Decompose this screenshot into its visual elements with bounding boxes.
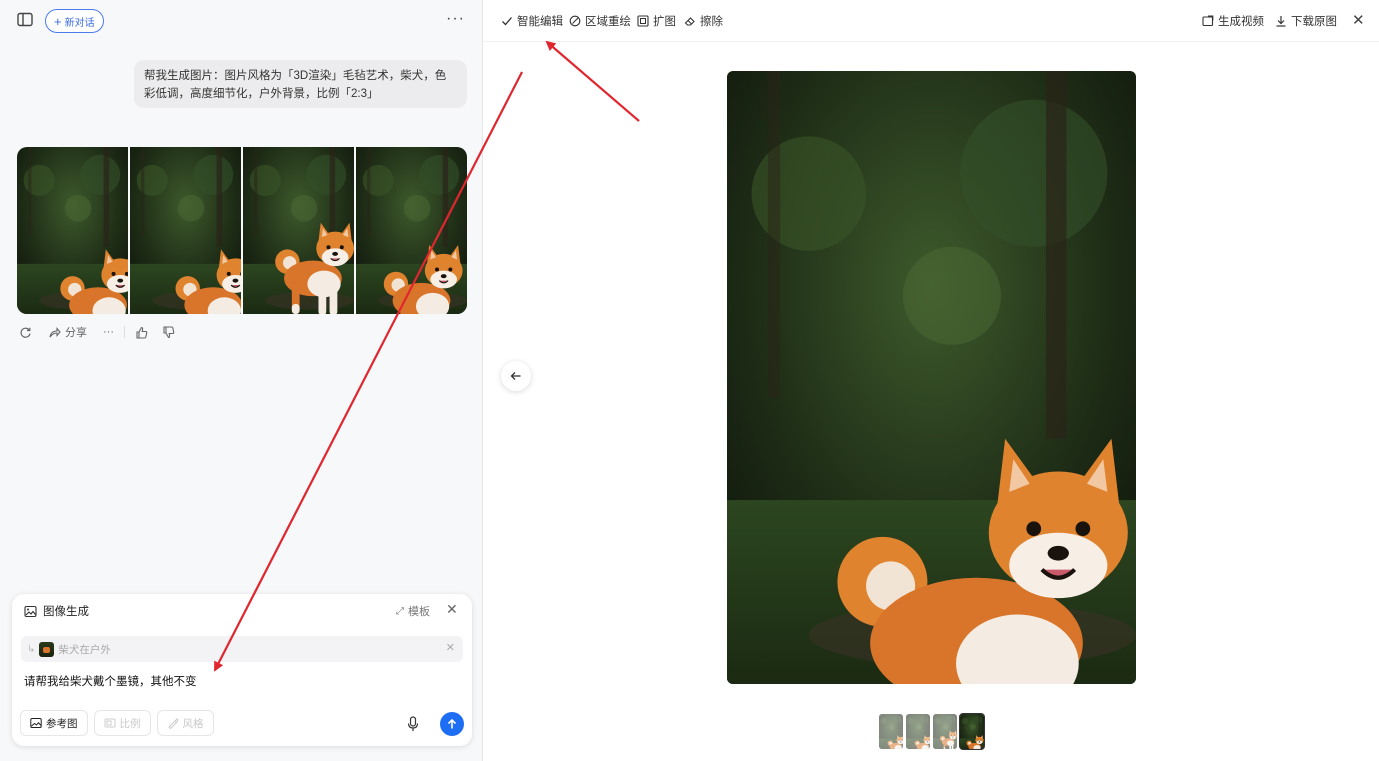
refresh-icon — [20, 327, 31, 338]
generate-video-button[interactable]: 生成视频 — [1202, 13, 1264, 29]
reference-thumbnail[interactable] — [39, 641, 55, 657]
generated-image[interactable] — [356, 147, 467, 314]
message-actions: 分享 ··· — [19, 324, 175, 340]
erase-button[interactable]: 擦除 — [684, 13, 723, 29]
thumbnail-strip — [879, 713, 985, 750]
thumbnail-active[interactable] — [959, 713, 985, 750]
viewer-toolbar: 智能编辑 区域重绘 扩图 擦除 生成视频 下载原图 ✕ — [483, 0, 1379, 42]
smart-edit-button[interactable]: 智能编辑 — [501, 13, 563, 29]
smart-edit-label: 智能编辑 — [517, 16, 563, 28]
share-icon — [49, 326, 61, 337]
close-icon[interactable]: ✕ — [446, 601, 458, 618]
thumbnail[interactable] — [879, 714, 903, 749]
ratio-chip[interactable]: 比例 — [93, 710, 151, 736]
region-redraw-button[interactable]: 区域重绘 — [569, 13, 631, 29]
regenerate-button[interactable] — [19, 326, 32, 339]
thumbs-down-button[interactable] — [162, 325, 175, 339]
crop-icon — [637, 15, 649, 27]
check-icon — [502, 17, 512, 26]
region-redraw-label: 区域重绘 — [585, 16, 631, 28]
card-header: 图像生成 — [24, 603, 89, 619]
remove-reference-icon[interactable]: ✕ — [446, 641, 455, 654]
plus-icon: + — [54, 13, 62, 29]
image-viewer-panel: 智能编辑 区域重绘 扩图 擦除 生成视频 下载原图 ✕ — [483, 0, 1379, 761]
option-chips: 参考图 比例 风格 — [20, 710, 214, 736]
generated-image-grid — [17, 147, 467, 314]
generated-image[interactable] — [130, 147, 241, 314]
user-message-bubble: 帮我生成图片：图片风格为「3D渲染」毛毡艺术，柴犬，色彩低调，高度细节化，户外背… — [134, 60, 467, 108]
previous-image-button[interactable] — [501, 361, 531, 391]
reference-caption: 柴犬在户外 — [58, 643, 111, 656]
video-icon — [1202, 15, 1214, 27]
card-title: 图像生成 — [43, 606, 89, 618]
new-chat-label: 新对话 — [64, 17, 95, 29]
style-chip[interactable]: 风格 — [156, 710, 214, 736]
image-generation-input-card: 图像生成 ⤢ 模板 ✕ ↳ 柴犬在户外 ✕ 参考图 比例 风格 — [12, 594, 472, 746]
reference-chip-label: 参考图 — [46, 717, 78, 730]
close-icon[interactable]: ✕ — [1352, 11, 1365, 29]
main-preview-image — [727, 71, 1136, 684]
more-icon[interactable]: ··· — [446, 10, 465, 28]
generated-image[interactable] — [17, 147, 128, 314]
send-button[interactable] — [440, 712, 464, 736]
download-label: 下载原图 — [1291, 16, 1337, 28]
expand-image-button[interactable]: 扩图 — [637, 13, 676, 29]
template-label: 模板 — [408, 606, 430, 618]
divider — [124, 326, 125, 338]
erase-label: 擦除 — [700, 16, 723, 28]
send-arrow-icon — [447, 718, 457, 729]
generated-image[interactable] — [243, 147, 354, 314]
expand-icon: ⤢ — [396, 605, 404, 617]
eraser-icon — [684, 17, 695, 26]
expand-label: 扩图 — [653, 16, 676, 28]
ratio-chip-label: 比例 — [119, 717, 141, 730]
ratio-icon — [104, 718, 115, 728]
sidebar-icon[interactable] — [17, 12, 35, 28]
style-chip-label: 风格 — [182, 717, 204, 730]
mic-icon[interactable] — [406, 716, 420, 732]
download-icon — [1276, 16, 1286, 27]
share-label: 分享 — [65, 327, 87, 339]
chat-header: + 新对话 ··· — [0, 0, 483, 42]
thumbs-down-icon — [163, 325, 175, 338]
brush-icon — [167, 718, 179, 729]
reference-image-row: ↳ 柴犬在户外 ✕ — [21, 636, 463, 662]
download-original-button[interactable]: 下载原图 — [1275, 13, 1337, 29]
image-icon — [24, 605, 37, 617]
template-button[interactable]: ⤢ 模板 — [396, 603, 430, 619]
thumbs-up-button[interactable] — [135, 326, 148, 339]
reference-image-chip[interactable]: 参考图 — [20, 710, 88, 736]
brush-icon — [569, 15, 581, 27]
generate-video-label: 生成视频 — [1218, 16, 1264, 28]
arrow-icon: ↳ — [27, 643, 36, 655]
back-arrow-icon — [510, 372, 521, 380]
thumbs-up-icon — [136, 326, 148, 339]
thumbnail[interactable] — [933, 714, 957, 749]
thumbnail[interactable] — [906, 714, 930, 749]
more-actions-icon[interactable]: ··· — [103, 326, 114, 338]
new-chat-button[interactable]: + 新对话 — [45, 9, 104, 33]
share-button[interactable]: 分享 — [48, 324, 87, 340]
prompt-input[interactable] — [24, 675, 454, 687]
image-icon — [30, 718, 42, 728]
chat-panel: + 新对话 ··· 帮我生成图片：图片风格为「3D渲染」毛毡艺术，柴犬，色彩低调… — [0, 0, 483, 761]
